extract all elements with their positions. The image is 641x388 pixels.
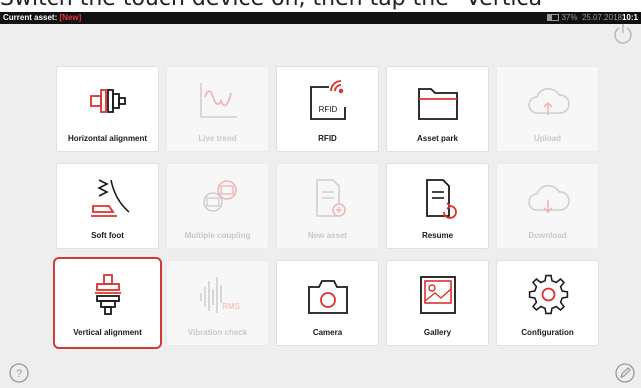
tile-label: Multiple coupling (184, 231, 251, 240)
gear-icon (528, 274, 568, 315)
tile-label: RFID (318, 134, 337, 143)
tile-label: Resume (421, 231, 454, 240)
instruction-caption: Switch the touch device on, then tap the… (0, 0, 641, 12)
tile-gallery[interactable]: Gallery (386, 260, 489, 346)
tile-label: Live trend (198, 134, 237, 143)
tile-label: Vertical alignment (73, 328, 142, 337)
current-asset-label: Current asset: (3, 13, 58, 22)
tile-label: Vibration check (187, 328, 248, 337)
tile-multiple-coupling[interactable]: Multiple coupling (166, 163, 269, 249)
vertical-alignment-icon (94, 274, 121, 315)
battery-icon (547, 14, 560, 22)
horizontal-alignment-icon (89, 89, 126, 113)
tile-label: Upload (533, 134, 562, 143)
tile-live-trend[interactable]: Live trend (166, 66, 269, 152)
tile-label: Gallery (423, 328, 452, 337)
time: 10:1 (621, 13, 638, 22)
tile-soft-foot[interactable]: Soft foot (56, 163, 159, 249)
tile-vertical-alignment[interactable]: Vertical alignment (53, 257, 162, 349)
new-asset-icon (315, 179, 346, 217)
status-bar: Current asset: [New] 37% 25.07.201810:1 (0, 12, 641, 24)
svg-text:RFID: RFID (318, 105, 337, 114)
soft-foot-icon (90, 179, 130, 217)
tile-label: Configuration (521, 328, 574, 337)
tile-download[interactable]: Download (496, 163, 599, 249)
current-asset-indicator: Current asset: [New] (3, 12, 81, 24)
cloud-download-icon (527, 184, 570, 214)
power-icon[interactable] (612, 22, 634, 44)
home-screen: Horizontal alignment Live trend RFID RFI… (0, 24, 641, 388)
edit-icon[interactable] (614, 362, 636, 384)
current-asset-value: [New] (59, 13, 82, 22)
tile-resume[interactable]: Resume (386, 163, 489, 249)
tile-label: New asset (307, 231, 348, 240)
gallery-icon (419, 276, 456, 314)
camera-icon (307, 280, 348, 314)
svg-text:?: ? (16, 368, 22, 380)
tile-label: Camera (312, 328, 343, 337)
help-icon[interactable]: ? (8, 362, 30, 384)
cloud-upload-icon (527, 87, 570, 115)
date: 25.07.2018 (581, 13, 622, 22)
tile-label: Asset park (417, 134, 458, 143)
battery-level: 37% (561, 13, 578, 22)
tile-upload[interactable]: Upload (496, 66, 599, 152)
rms-text: RMS (222, 302, 240, 311)
tile-rfid[interactable]: RFID RFID (276, 66, 379, 152)
tile-label: Horizontal alignment (67, 134, 148, 143)
vibration-check-icon: RMS (199, 277, 240, 313)
live-trend-icon (199, 83, 237, 118)
tile-asset-park[interactable]: Asset park (386, 66, 489, 152)
folder-icon (417, 88, 458, 120)
resume-icon (425, 179, 457, 219)
rfid-icon: RFID (309, 80, 346, 120)
tile-label: Soft foot (91, 231, 124, 240)
tile-label: Download (528, 231, 567, 240)
tile-configuration[interactable]: Configuration (496, 260, 599, 346)
tile-horizontal-alignment[interactable]: Horizontal alignment (56, 66, 159, 152)
tile-new-asset[interactable]: New asset (276, 163, 379, 249)
tile-vibration-check[interactable]: RMS Vibration check (166, 260, 269, 346)
multiple-coupling-icon (202, 180, 237, 212)
tile-camera[interactable]: Camera (276, 260, 379, 346)
